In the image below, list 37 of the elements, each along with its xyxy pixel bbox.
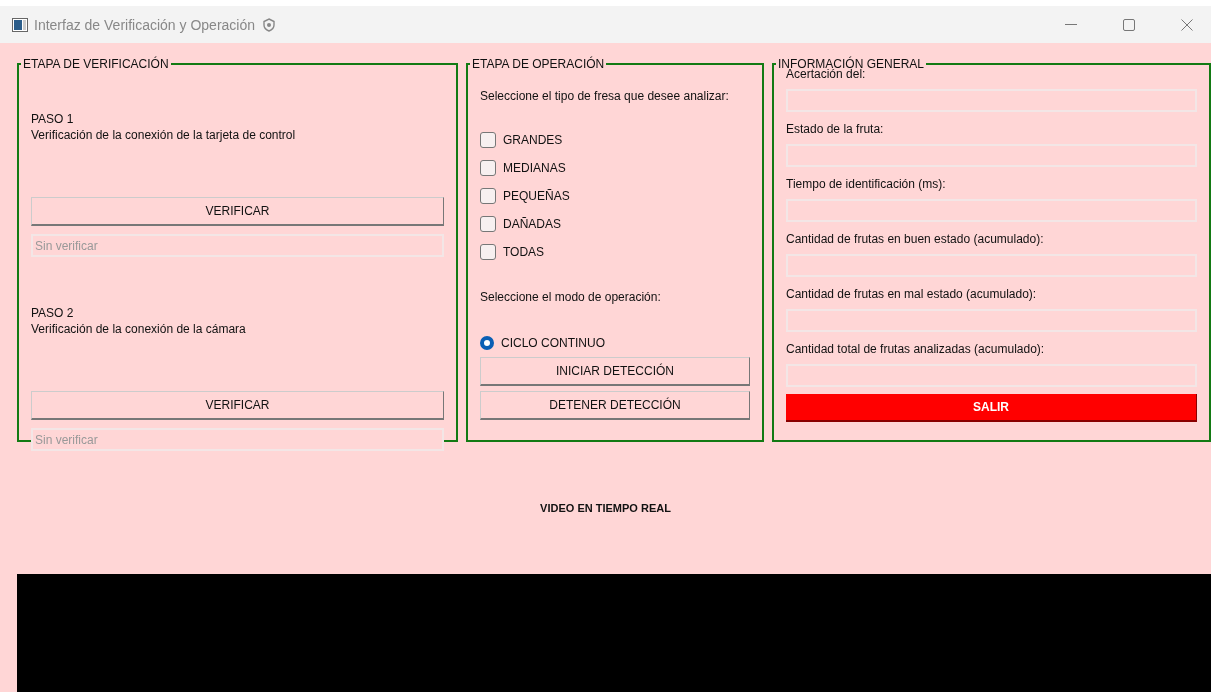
checkbox[interactable] <box>480 159 496 176</box>
field-label: Tiempo de identificación (ms): <box>786 177 947 191</box>
step-description: Verificación de la conexión de la cámara <box>31 321 247 337</box>
step-label: PASO 2 <box>31 305 75 321</box>
shield-icon <box>263 17 275 32</box>
checkbox[interactable] <box>480 131 496 148</box>
field-label: Estado de la fruta: <box>786 122 885 136</box>
exit-button[interactable]: SALIR <box>786 394 1197 422</box>
prompt-text: Seleccione el modo de operación: <box>480 290 662 304</box>
checkbox[interactable] <box>480 187 496 204</box>
verify-button[interactable]: VERIFICAR <box>31 197 444 226</box>
field-label: Cantidad de frutas en buen estado (acumulado): <box>786 232 1045 246</box>
checkbox-label: GRANDES <box>503 132 563 147</box>
step-description: Verificación de la conexión de la tarjeta de control <box>31 127 297 143</box>
panel-title: ETAPA DE OPERACIÓN <box>471 57 606 71</box>
radio-button[interactable] <box>480 335 494 350</box>
video-label: VIDEO EN TIEMPO REAL <box>539 502 672 514</box>
maximize-icon[interactable] <box>1123 18 1135 31</box>
checkbox-label: MEDIANAS <box>503 160 566 175</box>
window-icon <box>12 17 28 32</box>
detection-button[interactable]: DETENER DETECCIÓN <box>480 391 750 420</box>
detection-button[interactable]: INICIAR DETECCIÓN <box>480 357 750 386</box>
panel-title: ETAPA DE VERIFICACIÓN <box>22 57 170 71</box>
close-icon[interactable] <box>1181 18 1193 31</box>
minimize-icon[interactable] <box>1065 23 1077 26</box>
window-title: Interfaz de Verificación y Operación <box>34 16 255 33</box>
checkbox-label: TODAS <box>503 244 545 259</box>
checkbox-label: PEQUEÑAS <box>503 188 570 203</box>
prompt-text: Seleccione el tipo de fresa que desee analizar: <box>480 89 730 103</box>
checkbox-label: DAÑADAS <box>503 216 561 231</box>
checkbox[interactable] <box>480 215 496 232</box>
checkbox[interactable] <box>480 243 496 260</box>
field-label: Cantidad total de frutas analizadas (acumulado): <box>786 342 1046 356</box>
field-label: Cantidad de frutas en mal estado (acumulado): <box>786 287 1038 301</box>
step-label: PASO 1 <box>31 111 75 127</box>
verify-button[interactable]: VERIFICAR <box>31 391 444 420</box>
radio-label: CICLO CONTINUO <box>501 335 605 350</box>
